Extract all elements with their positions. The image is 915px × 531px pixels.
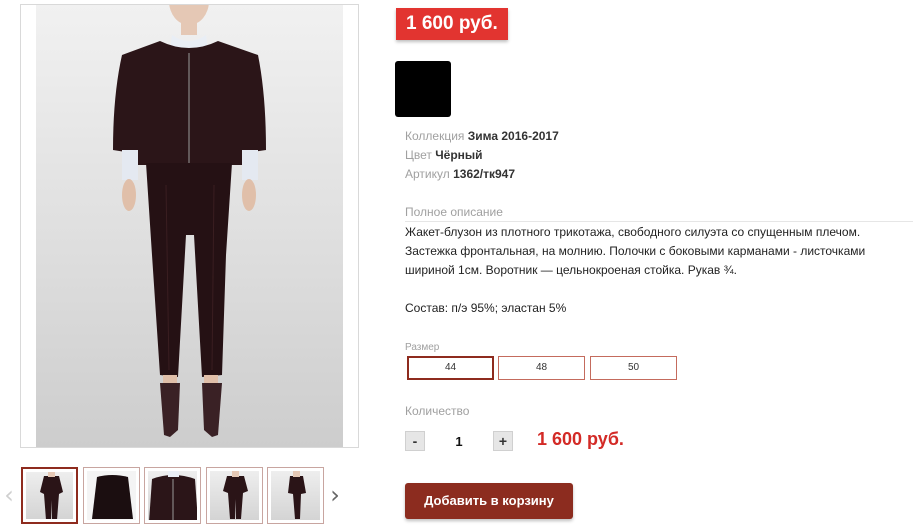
description-title: Полное описание [405,205,503,219]
quantity-increase-button[interactable]: + [493,431,513,451]
thumbnail-image [271,471,320,520]
sku-label: Артикул [405,167,450,181]
color-label: Цвет [405,148,432,162]
thumbnail-image [210,471,259,520]
sku-value: 1362/тк947 [453,167,516,181]
thumbnail-image [26,472,73,519]
composition-text: Состав: п/э 95%; эластан 5% [405,301,567,315]
color-swatch[interactable] [395,61,451,117]
add-to-cart-button[interactable]: Добавить в корзину [405,483,573,519]
sku-row: Артикул 1362/тк947 [405,166,515,182]
thumbnail-full-outfit-side[interactable] [267,467,324,524]
quantity-title: Количество [405,404,470,418]
thumbnail-full-outfit-variant[interactable] [206,467,263,524]
quantity-input[interactable] [435,430,483,452]
collection-label: Коллекция [405,129,465,143]
collection-value: Зима 2016-2017 [467,129,559,143]
size-option-48[interactable]: 48 [498,356,585,380]
description-text: Жакет-блузон из плотного трикотажа, своб… [405,225,866,277]
product-image-model [36,5,343,447]
description-divider [405,221,913,222]
total-price: 1 600 руб. [537,429,624,449]
gallery-next-arrow-icon[interactable]: › [328,482,342,508]
gallery-prev-arrow-icon[interactable]: ‹ [2,482,16,508]
quantity-decrease-button[interactable]: - [405,431,425,451]
collection-row: Коллекция Зима 2016-2017 [405,128,559,144]
color-value: Чёрный [435,148,483,162]
color-row: Цвет Чёрный [405,147,483,163]
main-product-photo[interactable] [20,4,359,448]
price-badge: 1 600 руб. [396,8,508,40]
thumbnail-jacket-back-dark[interactable] [83,467,140,524]
size-option-50[interactable]: 50 [590,356,677,380]
thumbnail-full-outfit-front[interactable] [21,467,78,524]
thumbnail-image [148,471,197,520]
size-title: Размер [405,342,440,353]
size-option-44[interactable]: 44 [407,356,494,380]
thumbnail-image [87,471,136,520]
thumbnail-jacket-closeup[interactable] [144,467,201,524]
